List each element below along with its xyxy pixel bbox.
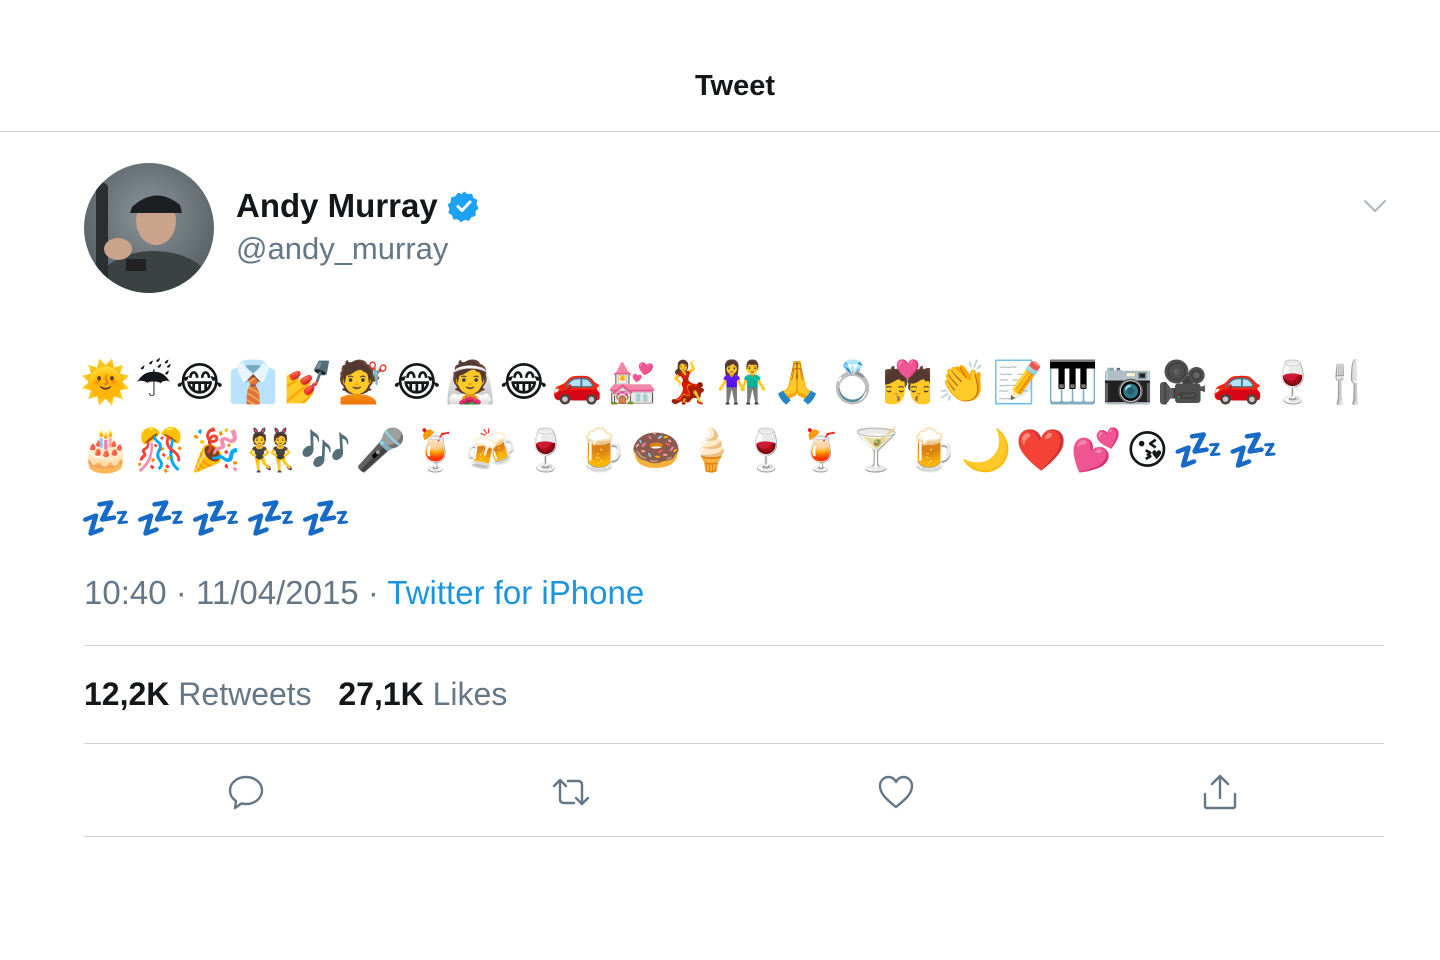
tweet-time: 10:40 (84, 574, 167, 611)
tweet-actions (84, 744, 1384, 836)
retweets-label: Retweets (178, 676, 312, 712)
avatar-photo (84, 163, 214, 293)
tweet-meta: 10:40 · 11/04/2015 · Twitter for iPhone (84, 574, 644, 612)
retweets-count: 12,2K (84, 676, 170, 712)
retweet-icon[interactable] (551, 772, 591, 812)
likes-label: Likes (432, 676, 508, 712)
verified-badge-icon (447, 190, 480, 223)
tweet-text: 🌞☔😂👔💅💇😂👰😂🚗💒💃👫🙏💍💏👏📝🎹📷🎥🚗🍷🍴🎂🎊🎉👯🎶🎤🍹🍻🍷🍺🍩🍦🍷🍹🍸🍺… (80, 358, 1378, 542)
share-icon[interactable] (1200, 772, 1240, 812)
author-name-row[interactable]: Andy Murray (236, 187, 480, 225)
separator: · (367, 574, 388, 611)
divider (84, 836, 1384, 837)
divider (84, 645, 1384, 646)
separator: · (175, 574, 196, 611)
retweets-stat[interactable]: 12,2K Retweets (84, 676, 321, 712)
likes-count: 27,1K (338, 676, 424, 712)
tweet-date: 11/04/2015 (195, 574, 359, 611)
tweet-stats: 12,2K Retweets 27,1K Likes (84, 676, 507, 713)
avatar[interactable] (84, 163, 214, 293)
top-bar: Tweet (0, 0, 1440, 132)
tweet-author: Andy Murray @andy_murray (84, 163, 1386, 295)
tweet-source-link[interactable]: Twitter for iPhone (387, 574, 644, 611)
user-handle[interactable]: @andy_murray (236, 231, 448, 267)
reply-icon[interactable] (226, 772, 266, 812)
chevron-down-icon[interactable] (1364, 199, 1386, 213)
page-title: Tweet (694, 70, 776, 102)
like-icon[interactable] (876, 772, 916, 812)
display-name[interactable]: Andy Murray (236, 187, 438, 225)
likes-stat[interactable]: 27,1K Likes (338, 676, 507, 712)
